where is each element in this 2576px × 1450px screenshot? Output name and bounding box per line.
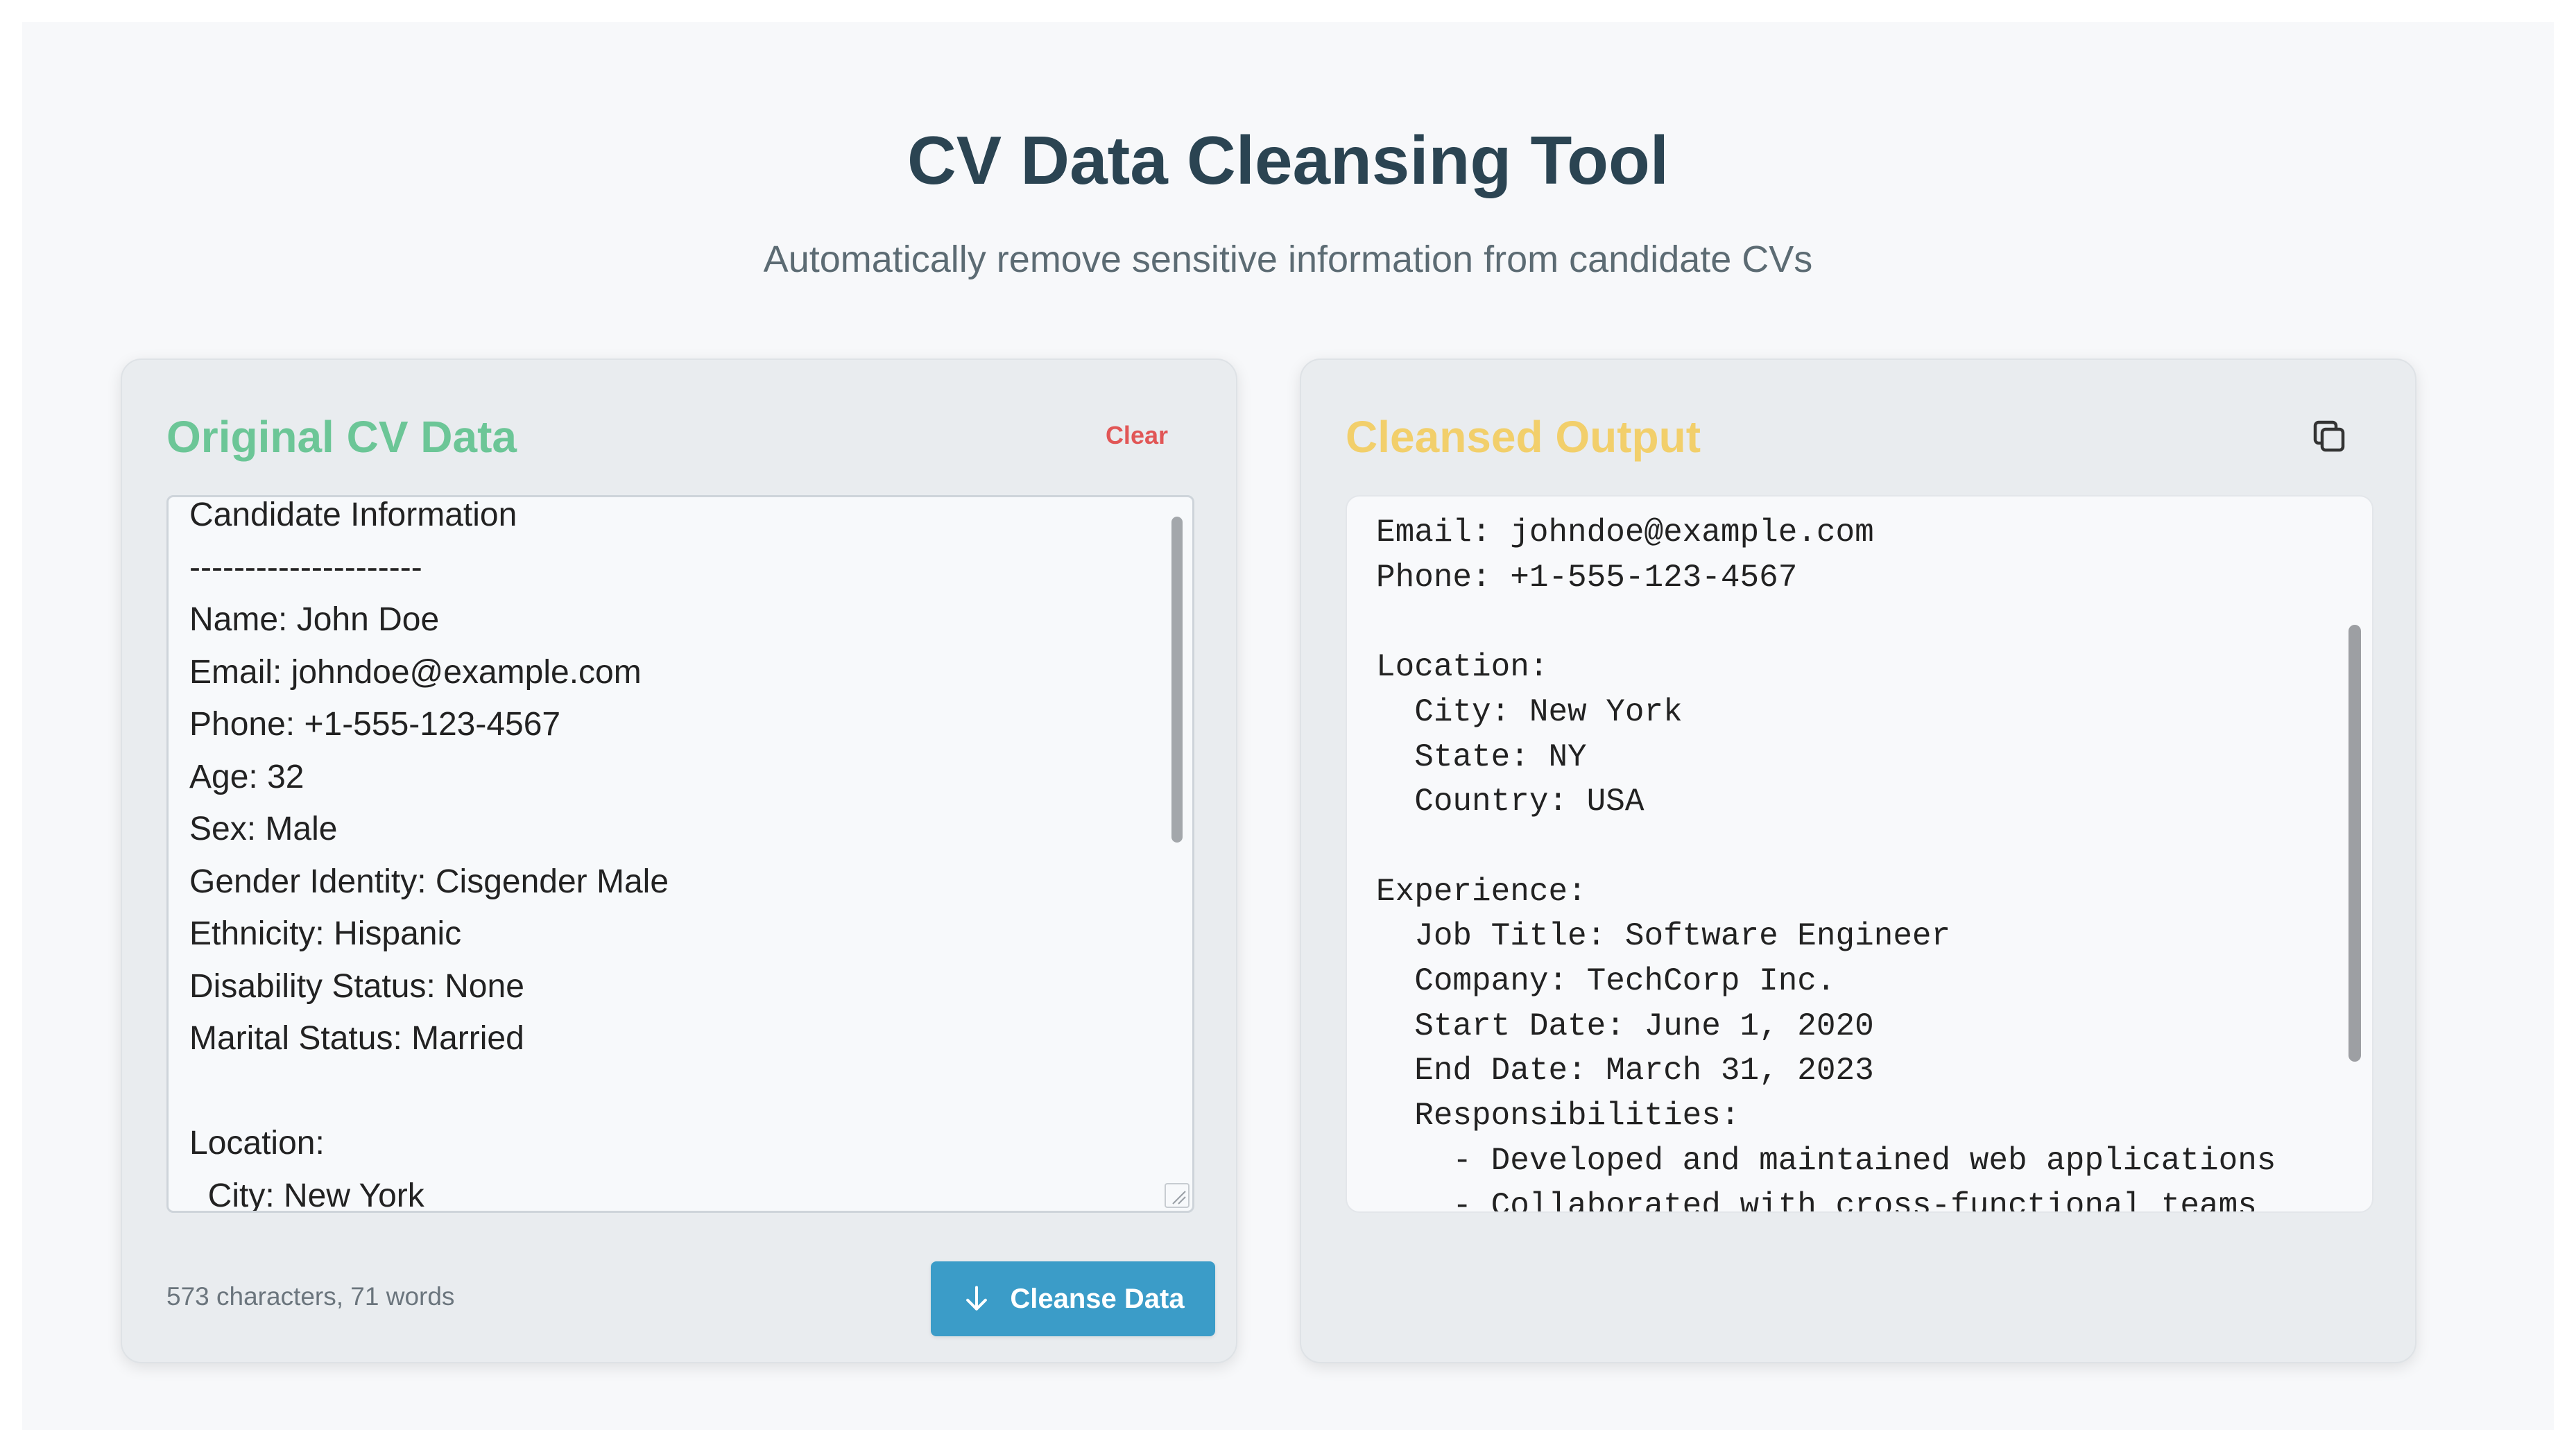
original-cv-title: Original CV Data (166, 412, 517, 462)
cleansed-output-panel: Cleansed Output Email: johndoe@example.c… (1300, 359, 2416, 1363)
cleansed-output-title: Cleansed Output (1346, 412, 1701, 462)
app-page: CV Data Cleansing Tool Automatically rem… (22, 22, 2554, 1430)
cleanse-data-button[interactable]: Cleanse Data (931, 1261, 1215, 1336)
cv-input-textarea[interactable]: Candidate Information ------------------… (166, 495, 1194, 1213)
input-scrollbar[interactable] (1171, 517, 1183, 843)
arrow-down-icon (966, 1286, 988, 1311)
output-scrollbar[interactable] (2349, 625, 2361, 1062)
cleansed-output-text: Email: johndoe@example.com Phone: +1-555… (1376, 515, 2276, 1213)
resize-handle[interactable] (1165, 1183, 1190, 1208)
copy-icon (2313, 420, 2345, 452)
clear-button[interactable]: Clear (1106, 421, 1168, 450)
character-word-count: 573 characters, 71 words (166, 1282, 455, 1311)
resize-grip-icon (1172, 1191, 1186, 1205)
cleansed-output-box: Email: johndoe@example.com Phone: +1-555… (1346, 495, 2373, 1213)
page-subtitle: Automatically remove sensitive informati… (763, 239, 1813, 280)
cleanse-data-label: Cleanse Data (1010, 1283, 1185, 1314)
page-title: CV Data Cleansing Tool (907, 122, 1669, 198)
copy-button[interactable] (2308, 415, 2350, 457)
original-cv-panel: Original CV Data Clear Candidate Informa… (121, 359, 1237, 1363)
cv-input-text: Candidate Information ------------------… (189, 497, 669, 1213)
